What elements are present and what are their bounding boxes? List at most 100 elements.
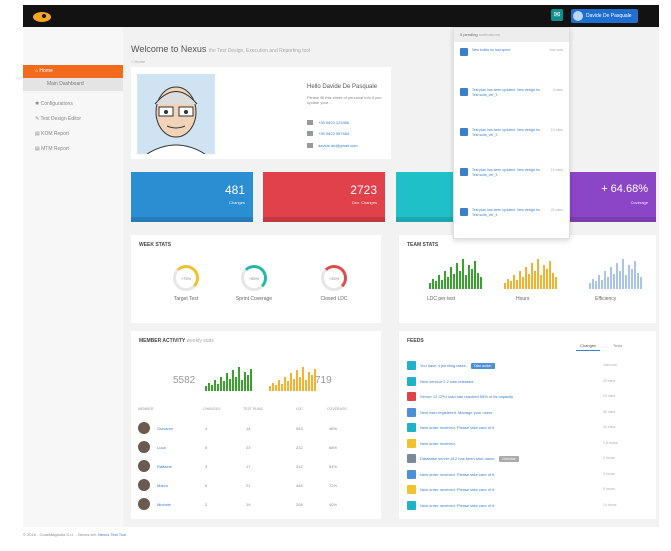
sidebar-item-mtm-report[interactable]: ▤ MTM Report bbox=[23, 143, 123, 156]
list-item[interactable]: Database server #12 has been shut down. O… bbox=[407, 452, 657, 467]
gauge-value: +35% bbox=[328, 276, 340, 281]
profile-email[interactable]: davide.de@gmail.com bbox=[307, 143, 358, 149]
member-name[interactable]: Michele bbox=[157, 502, 171, 507]
feed-badge[interactable]: Take action bbox=[470, 363, 495, 369]
member-changes: 2 bbox=[205, 502, 208, 507]
notification-bell-icon[interactable]: ✉ bbox=[551, 9, 563, 21]
member-name[interactable]: Raffaele bbox=[157, 464, 172, 469]
spark-bar bbox=[429, 283, 431, 289]
list-item[interactable]: New version 2.2 was released 20 mins bbox=[407, 375, 657, 390]
feed-text[interactable]: New version 2.2 was released bbox=[420, 379, 473, 384]
stat-card-changes[interactable]: 481 Changes bbox=[131, 172, 253, 222]
spark-bar bbox=[471, 269, 473, 289]
fax-icon bbox=[307, 131, 313, 137]
feed-date: 30 mins bbox=[603, 409, 616, 414]
breadcrumb-home[interactable]: Home bbox=[135, 59, 146, 64]
stat-card-dev-changes[interactable]: 2723 Dev. Changes bbox=[263, 172, 385, 222]
spark-bar bbox=[537, 259, 539, 289]
feed-text[interactable]: New order received. Please take care of … bbox=[420, 425, 494, 430]
feed-text[interactable]: Database server #12 has been shut down. O… bbox=[420, 456, 519, 462]
sidebar-item-test-design-editor[interactable]: ✎ Test Design Editor bbox=[23, 113, 123, 126]
member-name[interactable]: Marco bbox=[157, 483, 168, 488]
feed-badge[interactable]: Overdue bbox=[499, 456, 519, 462]
feed-text[interactable]: New order received. Please take care of … bbox=[420, 472, 494, 477]
tab-changes[interactable]: Changes bbox=[576, 341, 601, 351]
sidebar-item-kom-report[interactable]: ▤ KOM Report bbox=[23, 128, 123, 141]
list-item[interactable]: Server 12 CPU load has reached 95% of it… bbox=[407, 390, 657, 405]
notification-text[interactable]: Test plan has been updated. New design f… bbox=[472, 168, 542, 177]
member-name[interactable]: Giovanni bbox=[157, 426, 173, 431]
feed-text[interactable]: New order received. Please take care of … bbox=[420, 503, 494, 508]
sparkline-efficiency bbox=[589, 259, 642, 289]
spark-bar bbox=[555, 277, 557, 289]
notification-item[interactable]: New builds for last sprint Just now bbox=[460, 48, 567, 84]
member-ldc: 312 bbox=[296, 464, 303, 469]
member-coverage: 40% bbox=[329, 502, 338, 507]
feed-text[interactable]: New order received. bbox=[420, 441, 456, 446]
spark-bar bbox=[540, 275, 542, 289]
sidebar-item-label: Test Design Editor bbox=[40, 116, 82, 122]
list-item[interactable]: New order received. Please take care of … bbox=[407, 421, 657, 436]
notification-text[interactable]: Test plan has been updated. New design f… bbox=[472, 128, 542, 137]
list-item[interactable]: New order received. Please take care of … bbox=[407, 468, 657, 483]
notification-text[interactable]: Test plan has been updated. New design f… bbox=[472, 208, 542, 217]
notification-text[interactable]: Test plan has been updated. New design f… bbox=[472, 88, 542, 97]
profile-fax-value[interactable]: +39 0823 987654 bbox=[318, 131, 349, 136]
user-name: Davide De Pasquale bbox=[586, 13, 632, 19]
spark-bar bbox=[444, 271, 446, 289]
member-changes: 4 bbox=[205, 426, 208, 431]
col-coverage: COVERAGE bbox=[327, 407, 347, 411]
gauge-label: Closed LDC bbox=[320, 296, 348, 302]
notification-item[interactable]: Test plan has been updated. New design f… bbox=[460, 168, 567, 204]
user-menu-button[interactable]: Davide De Pasquale bbox=[571, 9, 638, 23]
spark-bar bbox=[604, 271, 606, 289]
profile-fax[interactable]: +39 0823 987654 bbox=[307, 131, 349, 137]
spark-bar bbox=[311, 375, 313, 391]
spark-bar bbox=[456, 263, 458, 289]
member-ldc: 543 bbox=[296, 426, 303, 431]
profile-phone[interactable]: +39 0823 123456 bbox=[307, 120, 349, 126]
notification-item[interactable]: Test plan has been updated. New design f… bbox=[460, 208, 567, 244]
notifications-count: 5 pending bbox=[460, 32, 478, 37]
notification-item[interactable]: Test plan has been updated. New design f… bbox=[460, 128, 567, 164]
notifications-header-link[interactable]: notifications bbox=[479, 32, 500, 37]
sidebar-item-home[interactable]: ⌂ Home bbox=[23, 65, 123, 78]
list-item[interactable]: New user registered. Manage your users 30… bbox=[407, 406, 657, 421]
table-row: Michele 2 19 208 40% bbox=[131, 495, 381, 515]
list-item[interactable]: New order received. Please take care of … bbox=[407, 499, 657, 514]
list-item[interactable]: You have 4 pending tasks. Take action Just… bbox=[407, 359, 657, 374]
footer-link[interactable]: Nexus Test Tool bbox=[98, 532, 126, 537]
member-avatar bbox=[138, 460, 150, 472]
gauge-closed-ldc: +35% bbox=[321, 265, 347, 291]
member-coverage: 48% bbox=[329, 426, 338, 431]
list-item[interactable]: New order received. Please take care of … bbox=[407, 483, 657, 498]
list-item[interactable]: New order received. 1.5 hours bbox=[407, 437, 657, 452]
notification-text[interactable]: New builds for last sprint bbox=[472, 48, 542, 53]
brand-logo[interactable] bbox=[32, 10, 52, 22]
feed-text[interactable]: New user registered. Manage your users bbox=[420, 410, 492, 415]
profile-phone-value[interactable]: +39 0823 123456 bbox=[318, 120, 349, 125]
feed-icon bbox=[407, 392, 416, 401]
feed-date: 20 mins bbox=[603, 378, 616, 383]
member-ldc: 232 bbox=[296, 445, 303, 450]
sidebar-item-configurations[interactable]: ✱ Configurations bbox=[23, 98, 123, 111]
sidebar-item-label: Main Dashboard bbox=[47, 81, 84, 87]
member-changes: 6 bbox=[205, 483, 208, 488]
breadcrumb[interactable]: ⌂ Home bbox=[131, 59, 145, 64]
spark-bar bbox=[507, 279, 509, 289]
feed-text[interactable]: You have 4 pending tasks. Take action bbox=[420, 363, 495, 369]
notification-item[interactable]: Test plan has been updated. New design f… bbox=[460, 88, 567, 124]
feed-text[interactable]: Server 12 CPU load has reached 95% of it… bbox=[420, 394, 513, 399]
profile-email-value[interactable]: davide.de@gmail.com bbox=[318, 143, 358, 148]
gauge-target-test: +75% bbox=[173, 265, 199, 291]
feed-text[interactable]: New order received. Please take care of … bbox=[420, 487, 494, 492]
gauge-label: Target Test bbox=[173, 296, 199, 302]
tab-tests[interactable]: Tests bbox=[609, 341, 626, 350]
member-name[interactable]: Luca bbox=[157, 445, 166, 450]
spark-bar bbox=[534, 271, 536, 289]
notification-time: 14 mins bbox=[550, 168, 563, 172]
member-avatar bbox=[138, 422, 150, 434]
member-activity-panel: MEMBER ACTIVITY weekly stats 5582 719 ME… bbox=[131, 331, 381, 519]
sidebar-item-main-dashboard[interactable]: Main Dashboard bbox=[23, 78, 123, 91]
sidebar-item-label: Configurations bbox=[40, 101, 73, 107]
